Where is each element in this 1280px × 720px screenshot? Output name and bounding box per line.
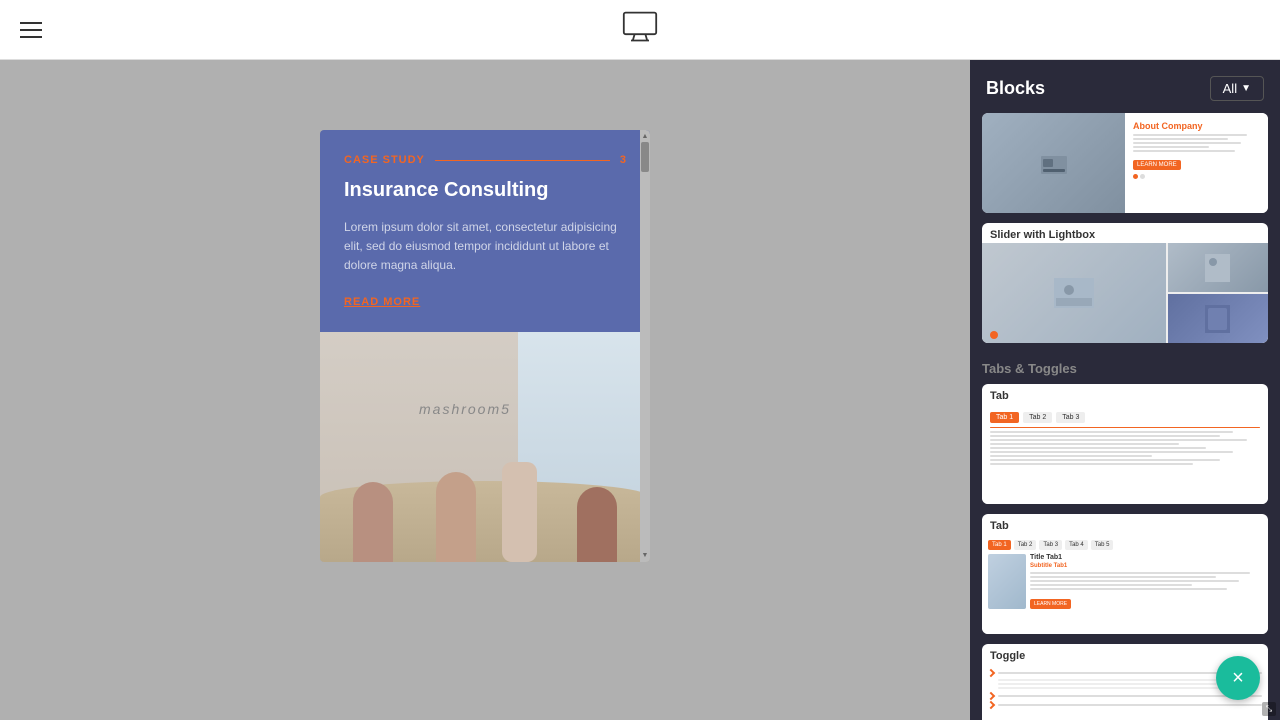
tab1-tab-3: Tab 3: [1056, 412, 1085, 423]
tab2-title: Title Tab1: [1030, 554, 1262, 561]
slider-side-image-2: ⤡: [1168, 294, 1268, 343]
case-study-divider: [435, 160, 610, 161]
toggle-item-3: [988, 702, 1262, 708]
section-label-tabs-toggles: Tabs & Toggles: [982, 353, 1268, 384]
preview-content: CASE STUDY 3 Insurance Consulting Lorem …: [320, 130, 650, 308]
block-item-tab2[interactable]: Tab Tab 1 Tab 2 Tab 3 Tab 4 Tab 5 Title …: [982, 514, 1268, 634]
person-silhouette: [502, 462, 537, 562]
tab2-subtitle: Subtitle Tab1: [1030, 563, 1262, 569]
person-silhouette: [577, 487, 617, 562]
tab2-image: [988, 554, 1026, 609]
office-text: mashroom5: [419, 401, 511, 417]
monitor-icon: [622, 9, 658, 50]
tab2-tabs: Tab 1 Tab 2 Tab 3 Tab 4 Tab 5: [988, 540, 1262, 550]
about-company-thumb-content: About Company LEARN MORE: [1125, 113, 1268, 213]
slider-side-image-1: [1168, 243, 1268, 292]
case-study-label: CASE STUDY: [344, 154, 425, 166]
preview-image: mashroom5: [320, 332, 650, 562]
office-scene: mashroom5: [320, 332, 650, 562]
read-more-link[interactable]: READ MORE: [344, 296, 626, 308]
tab1-tab-1: Tab 1: [990, 412, 1019, 423]
tab1-tabs: Tab 1 Tab 2 Tab 3: [990, 412, 1260, 423]
person-silhouette: [353, 482, 393, 562]
tab2-text: Title Tab1 Subtitle Tab1 LEARN MORE: [1030, 554, 1262, 610]
canvas-area: ▲ ▼ CASE STUDY 3 Insurance Consulting Lo…: [0, 60, 970, 720]
slider-main-image: [982, 243, 1166, 343]
header: [0, 0, 1280, 60]
case-study-header: CASE STUDY 3: [344, 154, 626, 166]
toggle-arrow-icon-3: [987, 701, 995, 709]
block-item-tab1[interactable]: Tab Tab 1 Tab 2 Tab 3: [982, 384, 1268, 504]
close-fab-button[interactable]: ×: [1216, 656, 1260, 700]
slider-lightbox-thumbnail: ⤡: [982, 243, 1268, 343]
all-filter-button[interactable]: All ▼: [1210, 76, 1264, 101]
about-company-thumbnail: About Company LEARN MORE: [982, 113, 1268, 213]
tab1-label: Tab: [982, 384, 1268, 404]
about-company-thumb-image: [982, 113, 1125, 213]
menu-button[interactable]: [20, 22, 42, 38]
tab2-tab-4: Tab 4: [1065, 540, 1088, 550]
about-company-thumb-lines: [1133, 134, 1260, 152]
tab1-tab-2: Tab 2: [1023, 412, 1052, 423]
toggle-line-3: [998, 704, 1262, 706]
tab2-thumbnail: Tab 1 Tab 2 Tab 3 Tab 4 Tab 5 Title Tab1…: [982, 534, 1268, 634]
slider-side-images: ⤡: [1168, 243, 1268, 343]
person-silhouette: [436, 472, 476, 562]
tab2-tab-1: Tab 1: [988, 540, 1011, 550]
toggle-arrow-icon: [987, 669, 995, 677]
tab2-tab-3: Tab 3: [1039, 540, 1062, 550]
dropdown-arrow-icon: ▼: [1241, 83, 1251, 94]
toggle-item-2: [988, 693, 1262, 699]
panel-scroll-area[interactable]: About Company LEARN MORE: [970, 113, 1280, 720]
tab2-lines: [1030, 572, 1262, 590]
block-item-about-company[interactable]: About Company LEARN MORE: [982, 113, 1268, 213]
panel-title: Blocks: [986, 78, 1045, 99]
tab2-label: Tab: [982, 514, 1268, 534]
panel-header: Blocks All ▼: [970, 60, 1280, 113]
block-item-slider-lightbox[interactable]: Slider with Lightbox: [982, 223, 1268, 343]
toggle-line-2: [998, 695, 1262, 697]
about-company-thumb-title: About Company: [1133, 121, 1260, 131]
about-company-dots: [1133, 174, 1260, 179]
slider-nav-dot: [990, 331, 998, 339]
about-company-thumb-btn: LEARN MORE: [1133, 160, 1181, 170]
right-panel: Blocks All ▼ A: [970, 60, 1280, 720]
preview-card: ▲ ▼ CASE STUDY 3 Insurance Consulting Lo…: [320, 130, 650, 562]
slider-lightbox-label: Slider with Lightbox: [982, 223, 1268, 243]
close-fab-icon: ×: [1232, 667, 1244, 690]
tab2-tab-5: Tab 5: [1091, 540, 1114, 550]
tab1-content: [990, 427, 1260, 465]
preview-title: Insurance Consulting: [344, 178, 626, 202]
toggle-arrow-icon-2: [987, 692, 995, 700]
tab2-tab-2: Tab 2: [1014, 540, 1037, 550]
case-study-number: 3: [620, 154, 626, 166]
main-layout: ▲ ▼ CASE STUDY 3 Insurance Consulting Lo…: [0, 60, 1280, 720]
tab2-button: LEARN MORE: [1030, 599, 1071, 609]
preview-body: Lorem ipsum dolor sit amet, consectetur …: [344, 218, 626, 276]
tab2-content: Title Tab1 Subtitle Tab1 LEARN MORE: [988, 554, 1262, 610]
tab1-thumbnail: Tab 1 Tab 2 Tab 3: [982, 404, 1268, 504]
